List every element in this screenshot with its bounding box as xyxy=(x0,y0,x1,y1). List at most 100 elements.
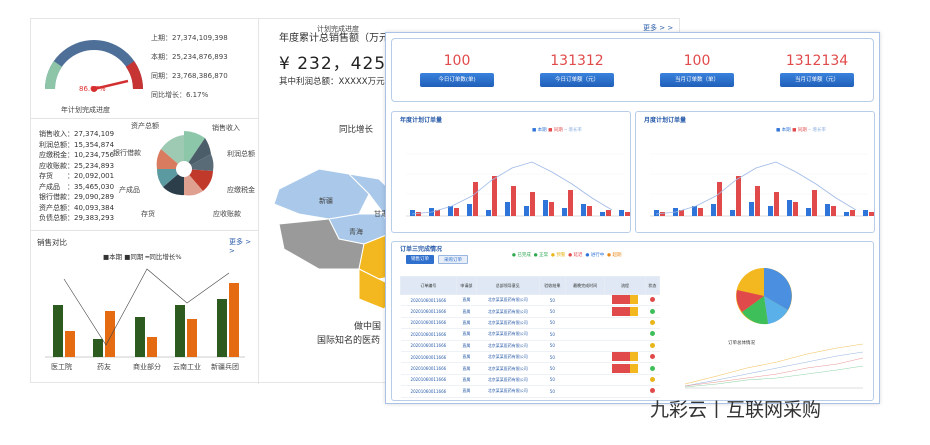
bar-current xyxy=(448,206,453,216)
order-title: 订单三完成情况 xyxy=(400,246,443,253)
bar-previous xyxy=(530,192,535,216)
status-dot-icon xyxy=(649,376,655,382)
bar-current xyxy=(787,200,792,216)
sales-category: 医工院 xyxy=(51,363,72,371)
sales-panel: 销售对比 更多 > > ■本期 ■同期 ━同比增长% 医工院 药友 商业部分 云… xyxy=(31,231,259,384)
radar-label: 利润总额 xyxy=(227,150,255,158)
bar-current xyxy=(486,210,491,216)
bar-previous xyxy=(473,182,478,216)
kpi-month-orders: 100 当月订单数（单） xyxy=(660,53,734,87)
status-dot-icon xyxy=(649,297,655,303)
bar-current xyxy=(692,206,697,216)
bar-previous xyxy=(606,210,611,216)
bar-current xyxy=(844,212,849,216)
total-sales-value: ¥ 232，425 xyxy=(279,54,387,74)
bar-current xyxy=(749,202,754,216)
bar-previous xyxy=(568,190,573,216)
kpi-month-orders-button[interactable]: 当月订单数（单） xyxy=(660,73,734,87)
kpi-today-amount: 131312 今日订单额（元） xyxy=(540,53,614,87)
yearly-chart xyxy=(406,153,630,217)
map-label: 青海 xyxy=(349,228,363,236)
bar-previous xyxy=(850,210,855,216)
bar-previous xyxy=(812,190,817,216)
bar-current xyxy=(825,204,830,216)
table-row[interactable]: 20201060011666 直属 北京某某医药有限公司 50 xyxy=(400,385,660,398)
gauge-stats: 上期：27,374,109,398 本期：25,234,876,893 同期：2… xyxy=(151,34,228,99)
bar-current xyxy=(600,212,605,216)
radar-label: 存货 xyxy=(141,210,155,218)
sales-category: 新疆兵团 xyxy=(211,363,239,371)
bar-previous xyxy=(492,176,497,216)
bar-previous xyxy=(717,182,722,216)
table-row[interactable]: 20201060011666 直属 北京某某医药有限公司 50 xyxy=(400,362,660,375)
bar-current xyxy=(654,210,659,216)
tab-sales-orders[interactable]: 销售订单 xyxy=(406,255,434,264)
table-row[interactable]: 20201060011666 直属 北京某某医药有限公司 50 xyxy=(400,351,660,364)
bar-previous xyxy=(549,202,554,216)
table-row[interactable]: 20201060011666 直属 北京某某医药有限公司 50 xyxy=(400,294,660,307)
status-dot-icon xyxy=(649,319,655,325)
kpi-today-orders: 100 今日订单数(单) xyxy=(420,53,494,87)
radar-label: 产成品 xyxy=(119,186,140,194)
bar-current xyxy=(467,204,472,216)
sales-category: 商业部分 xyxy=(133,363,161,371)
gauge-title: 年计划完成进度 xyxy=(61,106,110,114)
kpi-today-amount-button[interactable]: 今日订单额（元） xyxy=(540,73,614,87)
bar-previous xyxy=(869,212,874,216)
gauge-percent: 86.67% xyxy=(79,85,106,93)
bar-current xyxy=(619,210,624,216)
map-label: 新疆 xyxy=(319,197,333,205)
bar-current xyxy=(730,210,735,216)
order-line-chart xyxy=(684,343,864,389)
table-row[interactable]: 20201060011666 直属 北京某某医药有限公司 50 xyxy=(400,317,660,330)
bar-previous xyxy=(511,186,516,216)
radar-label: 销售收入 xyxy=(212,124,240,132)
orders-table: 订单编号 申请部 总部领导意见 验收结果 最晚完成时间 流程 状态 202010600… xyxy=(400,276,661,398)
rose-chart xyxy=(156,131,214,196)
bar-previous xyxy=(774,192,779,216)
growth-label: 同比增长 xyxy=(339,125,374,135)
finance-list: 销售收入：27,374,109 利润总额：15,354,874 应缴税金：10,2… xyxy=(39,130,115,222)
yearly-plan-title: 年度计划订单量 xyxy=(400,117,443,124)
kpi-month-amount-button[interactable]: 当月订单额（元） xyxy=(780,73,854,87)
gauge-chart xyxy=(45,40,143,92)
radar-label: 资产总额 xyxy=(131,122,159,130)
order-panel: 订单三完成情况 销售订单 采购订单 ● 已完成 ● 正常 ● 预警 ● 延迟 ●… xyxy=(391,241,874,401)
table-header-row: 订单编号 申请部 总部领导意见 验收结果 最晚完成时间 流程 状态 xyxy=(400,276,661,295)
bar-current xyxy=(543,200,548,216)
bar-current xyxy=(562,208,567,216)
bar-current xyxy=(581,204,586,216)
bar-current xyxy=(711,204,716,216)
status-dot-icon xyxy=(649,308,655,314)
bar-current xyxy=(768,206,773,216)
kpi-today-orders-button[interactable]: 今日订单数(单) xyxy=(420,73,494,87)
table-row[interactable]: 20201060011666 直属 北京某某医药有限公司 50 xyxy=(400,374,660,387)
bar-current xyxy=(863,210,868,216)
bar-previous xyxy=(698,208,703,216)
bar-current xyxy=(524,206,529,216)
finance-panel: 销售收入：27,374,109 利润总额：15,354,874 应缴税金：10,2… xyxy=(31,119,259,231)
table-row[interactable]: 20201060011666 直属 北京某某医药有限公司 50 xyxy=(400,328,660,341)
table-row[interactable]: 20201060011666 直属 北京某某医药有限公司 50 xyxy=(400,340,660,352)
radar-label: 应缴税金 xyxy=(227,186,255,194)
sales-category: 药友 xyxy=(97,363,111,371)
table-row[interactable]: 20201060011666 直属 北京某某医药有限公司 50 xyxy=(400,305,660,318)
bar-previous xyxy=(755,186,760,216)
monthly-legend: ■ 本期 ■ 同期 ─ 增长率 xyxy=(776,128,826,133)
profit-total: 其中利润总额：XXXXX万元 xyxy=(279,77,385,87)
status-dot-icon xyxy=(649,365,655,371)
kpi-month-amount: 1312134 当月订单额（元） xyxy=(780,53,854,87)
sales-category: 云南工业 xyxy=(173,363,201,371)
order-pie xyxy=(736,268,792,325)
sales-title: 销售对比 xyxy=(37,238,67,247)
monthly-chart xyxy=(650,153,874,217)
plan-progress-title: 计划完成进度 xyxy=(317,25,359,33)
bar-current xyxy=(505,202,510,216)
radar-label: 银行借款 xyxy=(113,149,141,157)
bar-previous xyxy=(660,212,665,216)
yearly-legend: ■ 本期 ■ 同期 ─ 增长率 xyxy=(532,128,582,133)
slogan-line2: 国际知名的医药 xyxy=(317,336,381,346)
bar-current xyxy=(410,210,415,216)
tab-purchase-orders[interactable]: 采购订单 xyxy=(438,255,468,264)
bar-previous xyxy=(831,206,836,216)
